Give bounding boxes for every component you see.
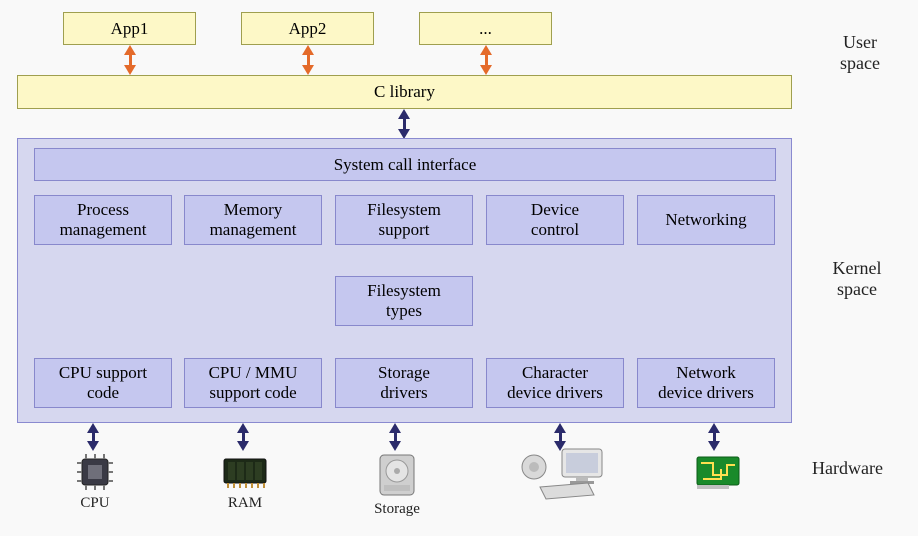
text-app-more: ... bbox=[479, 19, 492, 39]
box-device-control: Device control bbox=[486, 195, 624, 245]
text-c-library: C library bbox=[374, 82, 435, 102]
ram-icon bbox=[220, 451, 270, 493]
box-app-more: ... bbox=[419, 12, 552, 45]
text-app2: App2 bbox=[289, 19, 327, 39]
text-networking: Networking bbox=[665, 210, 746, 230]
box-char-drv: Character device drivers bbox=[486, 358, 624, 408]
text-app1: App1 bbox=[111, 19, 149, 39]
box-storage-drv: Storage drivers bbox=[335, 358, 473, 408]
box-fs-support: Filesystem support bbox=[335, 195, 473, 245]
text-fs-types: Filesystem types bbox=[367, 281, 441, 320]
text-process-mgmt: Process management bbox=[60, 200, 147, 239]
box-memory-mgmt: Memory management bbox=[184, 195, 322, 245]
label-kernel-space: Kernel space bbox=[812, 258, 902, 299]
text-fs-support: Filesystem support bbox=[367, 200, 441, 239]
text-device-control: Device control bbox=[531, 200, 579, 239]
box-process-mgmt: Process management bbox=[34, 195, 172, 245]
box-c-library: C library bbox=[17, 75, 792, 109]
hw-storage-label: Storage bbox=[365, 501, 429, 518]
network-card-icon bbox=[693, 451, 743, 493]
storage-icon bbox=[376, 451, 418, 499]
box-cpu-mmu: CPU / MMU support code bbox=[184, 358, 322, 408]
text-syscall: System call interface bbox=[334, 155, 477, 175]
box-syscall: System call interface bbox=[34, 148, 776, 181]
hw-char-devices bbox=[516, 445, 616, 501]
cpu-icon bbox=[74, 451, 116, 493]
label-hardware: Hardware bbox=[812, 458, 883, 479]
box-networking: Networking bbox=[637, 195, 775, 245]
peripherals-icon bbox=[518, 445, 614, 501]
text-cpu-mmu: CPU / MMU support code bbox=[209, 363, 298, 402]
box-app1: App1 bbox=[63, 12, 196, 45]
architecture-diagram: App1 App2 ... C library User space Syste… bbox=[0, 0, 918, 536]
text-net-drv: Network device drivers bbox=[658, 363, 754, 402]
label-user-space: User space bbox=[820, 32, 900, 73]
box-app2: App2 bbox=[241, 12, 374, 45]
hw-cpu: CPU bbox=[63, 451, 127, 512]
box-cpu-support: CPU support code bbox=[34, 358, 172, 408]
hw-storage: Storage bbox=[365, 451, 429, 518]
text-cpu-support: CPU support code bbox=[59, 363, 147, 402]
box-fs-types: Filesystem types bbox=[335, 276, 473, 326]
text-storage-drv: Storage drivers bbox=[378, 363, 430, 402]
hw-ram: RAM bbox=[213, 451, 277, 512]
text-char-drv: Character device drivers bbox=[507, 363, 603, 402]
hw-network bbox=[686, 451, 750, 493]
text-memory-mgmt: Memory management bbox=[210, 200, 297, 239]
hw-cpu-label: CPU bbox=[63, 495, 127, 512]
box-net-drv: Network device drivers bbox=[637, 358, 775, 408]
hw-ram-label: RAM bbox=[213, 495, 277, 512]
